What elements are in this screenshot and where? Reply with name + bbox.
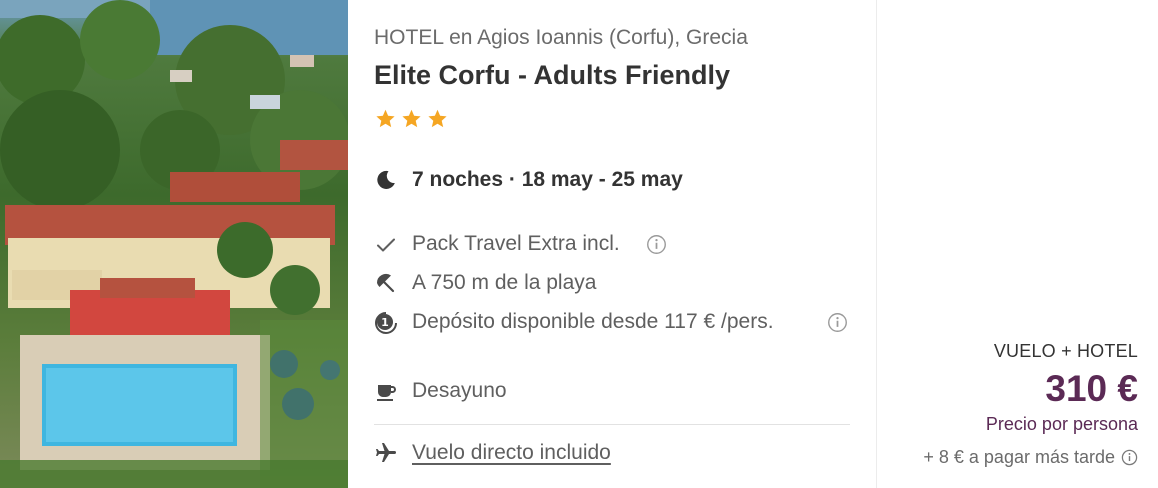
hotel-photo[interactable] [0,0,348,488]
beach-umbrella-icon [377,273,395,293]
price-amount: 310 € [1045,368,1138,409]
price-panel: VUELO + HOTEL 310 € Precio por persona +… [876,0,1158,488]
star-icon [428,109,447,128]
hotel-location: HOTEL en Agios Ioannis (Corfu), Grecia [374,26,748,49]
feature-text: Desayuno [412,379,507,402]
hotel-stars [375,108,448,129]
feature-pack-travel: Pack Travel Extra incl. [374,232,620,257]
star-icon [376,109,395,128]
feature-text: Depósito disponible desde 117 € /pers. [412,310,774,333]
info-icon[interactable] [1121,449,1138,466]
feature-beach-distance: A 750 m de la playa [374,271,596,296]
hotel-result-card[interactable]: HOTEL en Agios Ioannis (Corfu), Grecia E… [0,0,1158,488]
checkmark-icon [377,238,395,252]
feature-text: A 750 m de la playa [412,271,597,294]
hotel-name[interactable]: Elite Corfu - Adults Friendly [374,60,730,91]
moon-icon [377,170,395,189]
coffee-cup-icon [377,385,396,401]
stay-dates: 7 noches · 18 may - 25 may [374,168,683,192]
feature-breakfast: Desayuno [374,379,507,404]
hotel-photo-image [0,0,348,488]
pay-later-note: + 8 € a pagar más tarde [923,447,1138,468]
info-icon[interactable] [646,234,667,255]
pay-later-text: + 8 € a pagar más tarde [923,447,1115,467]
feature-text: Pack Travel Extra incl. [412,232,620,255]
airplane-icon [376,443,396,462]
star-icon [402,109,421,128]
stay-dates-text: 7 noches · 18 may - 25 may [412,168,683,191]
deposit-coin-icon: 1 [375,312,397,334]
svg-text:1: 1 [381,316,389,329]
feature-deposit: 1 Depósito disponible desde 117 € /pers. [374,310,782,337]
flight-info: Vuelo directo incluido [374,441,611,465]
package-type-label: VUELO + HOTEL [993,341,1138,361]
divider [374,424,850,425]
hotel-info: HOTEL en Agios Ioannis (Corfu), Grecia E… [374,0,854,488]
direct-flight-link[interactable]: Vuelo directo incluido [412,441,611,465]
price-per-person-label: Precio por persona [985,414,1138,434]
info-icon[interactable] [827,312,848,333]
